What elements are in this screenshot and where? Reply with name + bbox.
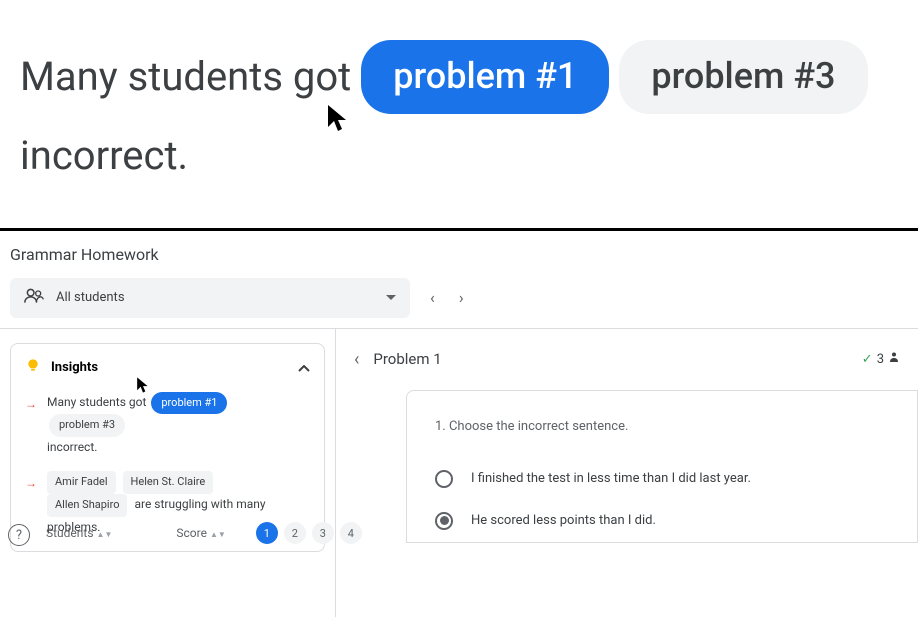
insight-chip-problem-1[interactable]: problem #1 (151, 392, 227, 415)
option-2[interactable]: He scored less points than I did. (435, 500, 889, 542)
page-title: Grammar Homework (0, 231, 918, 278)
cursor-icon (136, 376, 150, 394)
arrow-right-icon: → (25, 394, 37, 458)
lightbulb-icon (25, 358, 41, 378)
check-icon: ✓ (862, 352, 873, 367)
student-tag[interactable]: Helen St. Claire (123, 471, 214, 494)
cursor-icon (326, 88, 350, 152)
hero-sentence: Many students got problem #1 problem #3 … (0, 0, 918, 218)
back-button[interactable]: ‹ (354, 349, 359, 370)
page-4[interactable]: 4 (340, 522, 362, 544)
dropdown-label: All students (56, 290, 125, 305)
page-3[interactable]: 3 (312, 522, 334, 544)
page-1[interactable]: 1 (256, 522, 278, 544)
chevron-up-icon (298, 358, 310, 377)
nav-arrows: ‹ › (430, 288, 464, 307)
hero-chip-problem-3[interactable]: problem #3 (619, 40, 867, 114)
insight-text: Many students got problem #1 problem #3 … (47, 392, 310, 458)
option-1[interactable]: I finished the test in less time than I … (435, 458, 889, 500)
main-content: Insights → Many students got problem #1 … (0, 329, 918, 617)
option-label: He scored less points than I did. (471, 513, 656, 528)
people-icon (24, 288, 44, 308)
option-label: I finished the test in less time than I … (471, 471, 751, 486)
hero-prefix: Many students got (20, 45, 351, 109)
students-dropdown[interactable]: All students (10, 278, 410, 318)
right-column: ‹ Problem 1 ✓ 3 1. Choose the incorrect … (335, 329, 918, 617)
radio-selected-icon (435, 512, 453, 530)
caret-down-icon (386, 295, 396, 300)
prev-button[interactable]: ‹ (430, 288, 435, 307)
next-button[interactable]: › (459, 288, 464, 307)
help-button[interactable]: ? (8, 524, 30, 546)
hero-chip-problem-1[interactable]: problem #1 (361, 40, 609, 114)
problem-title: Problem 1 (373, 350, 441, 368)
score-count: 3 (877, 352, 884, 367)
person-icon (888, 351, 900, 367)
question-text: 1. Choose the incorrect sentence. (435, 419, 889, 434)
page-2[interactable]: 2 (284, 522, 306, 544)
hero-suffix: incorrect. (20, 124, 898, 188)
insight-chip-problem-3[interactable]: problem #3 (49, 414, 125, 437)
left-column: Insights → Many students got problem #1 … (0, 329, 335, 617)
insights-title: Insights (51, 360, 288, 375)
column-score[interactable]: Score ▲▼ (176, 526, 225, 540)
student-tag[interactable]: Amir Fadel (47, 471, 116, 494)
pagination: 1 2 3 4 (256, 522, 362, 544)
insights-header[interactable]: Insights (25, 358, 310, 378)
filter-toolbar: All students ‹ › (0, 278, 918, 328)
radio-icon (435, 470, 453, 488)
students-table-header: Students ▲▼ Score ▲▼ 1 2 3 4 (10, 518, 362, 544)
column-students[interactable]: Students ▲▼ (46, 526, 112, 540)
student-tag[interactable]: Allen Shapiro (47, 494, 127, 517)
problem-header: ‹ Problem 1 ✓ 3 (336, 343, 918, 390)
sort-icon: ▲▼ (210, 532, 226, 537)
insight-row-problems[interactable]: → Many students got problem #1 problem #… (25, 392, 310, 458)
sort-icon: ▲▼ (97, 532, 113, 537)
question-card: 1. Choose the incorrect sentence. I fini… (406, 390, 918, 543)
score-badge: ✓ 3 (862, 351, 900, 367)
